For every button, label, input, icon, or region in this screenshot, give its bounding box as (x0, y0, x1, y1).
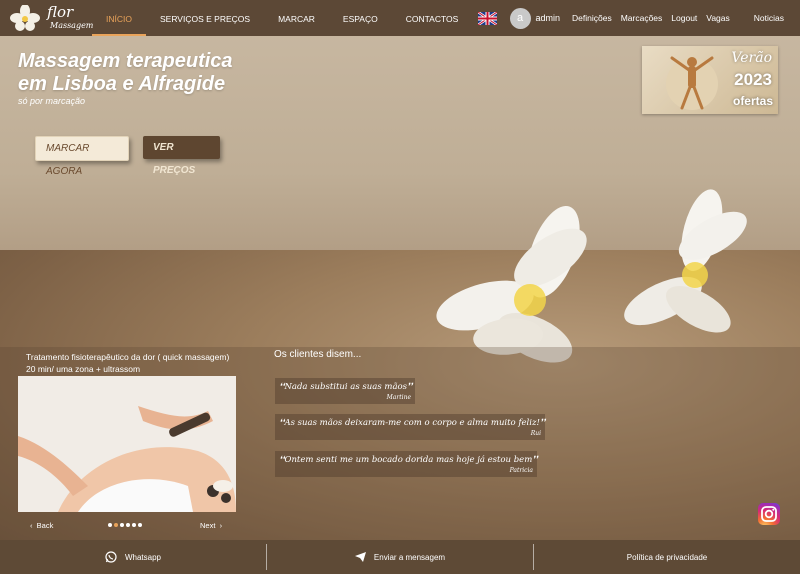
whatsapp-icon (105, 551, 117, 563)
nav-item-inicio[interactable]: INÍCIO (92, 0, 146, 36)
promo-year: 2023 (734, 70, 772, 89)
summer-offers-banner[interactable]: Verão 2023 ofertas (642, 46, 778, 114)
testimonial-text: ❛❛As suas mãos deixaram-me com o corpo e… (279, 418, 546, 428)
link-marcacoes[interactable]: Marcações (621, 13, 663, 23)
instagram-icon[interactable] (758, 503, 780, 525)
whatsapp-label: Whatsapp (124, 552, 162, 562)
top-navbar: flor Massagem INÍCIO SERVIÇOS E PREÇOS M… (0, 0, 800, 36)
testimonial-card: ❛❛As suas mãos deixaram-me com o corpo e… (275, 414, 545, 440)
avatar[interactable]: a (509, 7, 531, 29)
quote-close-icon: ❜❜ (532, 455, 538, 465)
carousel-dot[interactable] (126, 523, 130, 527)
chevron-left-icon: ‹ (30, 521, 33, 530)
link-noticias[interactable]: Noticias (754, 13, 784, 23)
brand-subtitle: Massagem (50, 21, 94, 30)
testimonial-card: ❛❛Ontem senti me um bocado dorida mas ho… (275, 451, 538, 477)
hero-subtitle: só por marcação (18, 96, 86, 106)
testimonial-text: ❛❛Nada substitui as suas mãos❜❜ (279, 382, 413, 392)
logo-flower-icon (10, 5, 40, 31)
brand-name: flor (47, 3, 74, 21)
back-label: Back (36, 521, 54, 530)
nav-item-servicos[interactable]: SERVIÇOS E PREÇOS (146, 0, 264, 36)
service-image (18, 376, 236, 512)
book-now-button[interactable]: MARCAR AGORA (35, 136, 129, 177)
brand-logo[interactable]: flor Massagem (10, 3, 94, 33)
view-prices-button[interactable]: VER PREÇOS (143, 136, 220, 176)
privacy-policy-link[interactable]: Política de privacidade (534, 540, 800, 574)
testimonial-author: Martine (386, 394, 411, 401)
quote-close-icon: ❜❜ (539, 418, 546, 428)
carousel-dot-active[interactable] (114, 523, 118, 527)
chevron-right-icon: › (219, 521, 223, 530)
testimonial-author: Patricia (509, 467, 533, 474)
footer-bar: Whatsapp Enviar a mensagem Política de p… (0, 540, 800, 574)
hero-title-line1: Massagem terapeutica (18, 50, 233, 72)
promo-label: ofertas (732, 94, 773, 108)
nav-item-contactos[interactable]: CONTACTOS (392, 0, 473, 36)
nav-item-marcar[interactable]: MARCAR (264, 0, 329, 36)
nav-item-espaco[interactable]: ESPAÇO (329, 0, 392, 36)
quote-close-icon: ❜❜ (407, 382, 413, 392)
hero-title-line2: em Lisboa e Alfragide (18, 73, 226, 95)
testimonial-text: ❛❛Ontem senti me um bocado dorida mas ho… (279, 455, 538, 465)
uk-flag-icon[interactable] (477, 11, 497, 25)
carousel-dots (108, 523, 142, 527)
send-message-button[interactable]: Enviar a mensagem (267, 540, 533, 574)
privacy-label: Política de privacidade (626, 552, 708, 562)
user-nav: a admin Definições Marcações Logout Vaga… (477, 0, 800, 36)
testimonial-author: Rui (530, 430, 541, 437)
main-nav: INÍCIO SERVIÇOS E PREÇOS MARCAR ESPAÇO C… (92, 0, 472, 36)
carousel-dot[interactable] (108, 523, 112, 527)
back-button[interactable]: ‹ Back (30, 521, 53, 530)
testimonials-heading: Os clientes disem... (274, 349, 362, 360)
carousel-dot[interactable] (138, 523, 142, 527)
username[interactable]: admin (536, 13, 561, 23)
carousel-dot[interactable] (132, 523, 136, 527)
send-message-label: Enviar a mensagem (373, 552, 446, 562)
whatsapp-button[interactable]: Whatsapp (0, 540, 266, 574)
sand-angel-illustration (666, 56, 718, 110)
promo-title: Verão (731, 50, 772, 66)
massage-photo (18, 376, 236, 512)
next-label: Next (200, 521, 216, 530)
next-button[interactable]: Next › (200, 521, 222, 530)
link-logout[interactable]: Logout (671, 13, 697, 23)
send-icon (354, 552, 366, 562)
service-title: Tratamento fisioterapêutico da dor ( qui… (26, 352, 230, 374)
link-vagas[interactable]: Vagas (706, 13, 729, 23)
link-definicoes[interactable]: Definições (572, 13, 612, 23)
testimonial-card: ❛❛Nada substitui as suas mãos❜❜ Martine (275, 378, 415, 404)
hero-title: Massagem terapeutica em Lisboa e Alfragi… (18, 50, 233, 96)
flower-right (624, 189, 747, 333)
carousel-dot[interactable] (120, 523, 124, 527)
